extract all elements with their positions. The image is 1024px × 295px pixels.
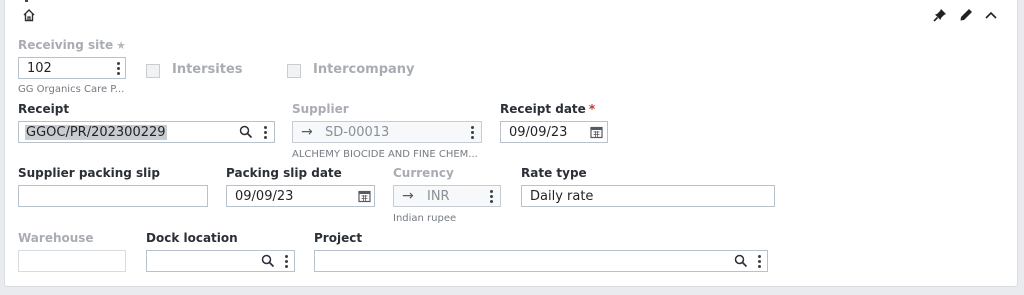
intercompany-label: Intercompany: [313, 62, 415, 77]
packing-slip-date-value: 09/09/23: [235, 189, 294, 204]
receipt-header-panel: Receiving site ★ 102 GG Organics Care P..…: [4, 0, 1018, 287]
supplier-value: SD-00013: [325, 125, 390, 140]
currency-field[interactable]: → INR: [393, 185, 501, 207]
project-field[interactable]: [314, 250, 768, 272]
supplier-label: Supplier: [292, 102, 349, 116]
receipt-date-value: 09/09/23: [509, 125, 568, 140]
warehouse-field[interactable]: [18, 250, 126, 272]
kebab-menu-icon[interactable]: [117, 62, 120, 77]
currency-description: Indian rupee: [393, 213, 457, 224]
search-icon[interactable]: [261, 254, 275, 268]
packing-slip-date-field[interactable]: 09/09/23: [226, 185, 375, 207]
receiving-site-label: Receiving site ★: [18, 38, 126, 52]
kebab-menu-icon[interactable]: [490, 190, 493, 205]
rate-type-field[interactable]: Daily rate: [521, 185, 775, 207]
search-icon[interactable]: [239, 125, 253, 139]
warehouse-label: Warehouse: [18, 231, 94, 245]
receipt-field[interactable]: GGOC/PR/202300229: [18, 121, 275, 143]
dock-location-field[interactable]: [146, 250, 295, 272]
rate-type-label: Rate type: [521, 166, 587, 180]
supplier-field[interactable]: → SD-00013: [292, 121, 482, 143]
receipt-date-field[interactable]: 09/09/23: [500, 121, 608, 143]
arrow-right-icon[interactable]: →: [402, 188, 414, 204]
receiving-site-value: 102: [27, 61, 52, 76]
intercompany-checkbox[interactable]: [287, 64, 301, 78]
home-icon[interactable]: [22, 8, 36, 22]
calendar-icon[interactable]: [590, 125, 603, 139]
panel-top-marker: [25, 0, 28, 2]
kebab-menu-icon[interactable]: [264, 126, 267, 141]
receipt-value: GGOC/PR/202300229: [25, 125, 167, 140]
rate-type-value: Daily rate: [530, 189, 594, 204]
receipt-label: Receipt: [18, 102, 70, 116]
pin-icon[interactable]: [933, 8, 947, 22]
intersites-label: Intersites: [172, 62, 243, 77]
receiving-site-description: GG Organics Care P...: [18, 84, 125, 95]
receipt-date-label: Receipt date *: [500, 102, 595, 116]
required-mark: *: [588, 102, 596, 116]
calendar-icon[interactable]: [358, 189, 371, 203]
supplier-packing-slip-label: Supplier packing slip: [18, 166, 160, 180]
pencil-icon[interactable]: [959, 8, 973, 22]
kebab-menu-icon[interactable]: [285, 255, 288, 270]
search-icon[interactable]: [734, 254, 748, 268]
kebab-menu-icon[interactable]: [758, 255, 761, 270]
optional-star-icon: ★: [116, 39, 126, 52]
dock-location-label: Dock location: [146, 231, 238, 245]
supplier-description: ALCHEMY BIOCIDE AND FINE CHEM...: [292, 149, 478, 160]
project-label: Project: [314, 231, 363, 245]
kebab-menu-icon[interactable]: [471, 126, 474, 141]
packing-slip-date-label: Packing slip date: [226, 166, 342, 180]
currency-value: INR: [427, 189, 450, 204]
chevron-up-icon[interactable]: [984, 8, 998, 22]
intersites-checkbox[interactable]: [146, 64, 160, 78]
receipt-date-label-text: Receipt date: [500, 102, 586, 116]
arrow-right-icon[interactable]: →: [301, 124, 313, 140]
supplier-packing-slip-field[interactable]: [18, 185, 208, 207]
currency-label: Currency: [393, 166, 454, 180]
receiving-site-field[interactable]: 102: [18, 57, 126, 79]
receiving-site-label-text: Receiving site: [18, 38, 114, 52]
